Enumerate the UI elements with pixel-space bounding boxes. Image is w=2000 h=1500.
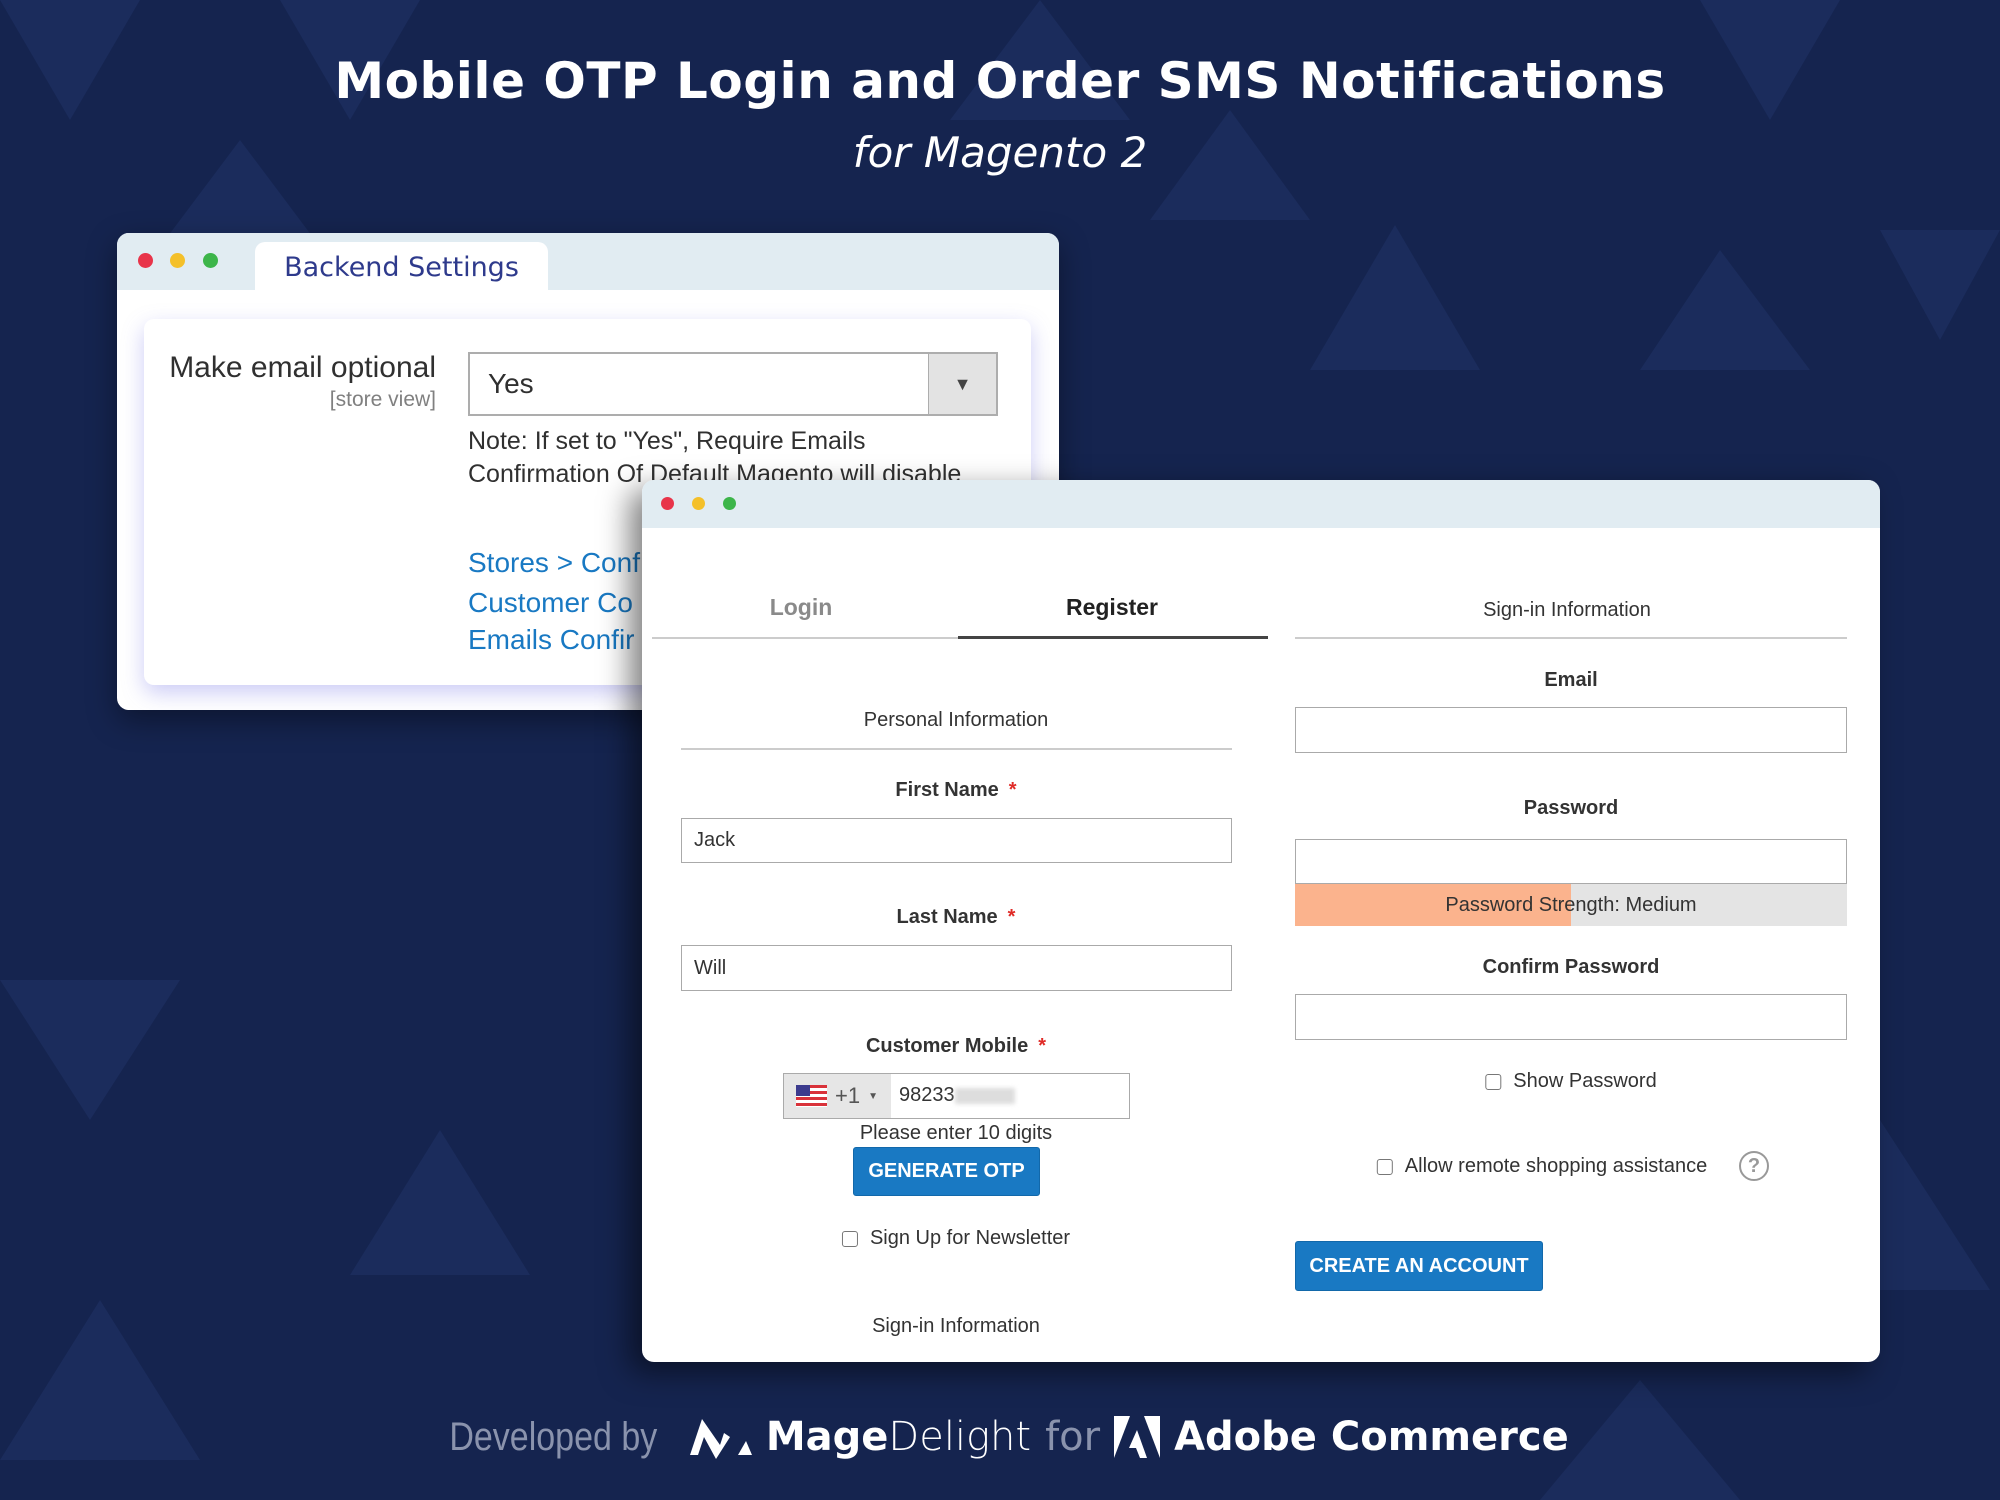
country-code-selector[interactable]: +1 ▼ — [784, 1074, 891, 1118]
section-divider — [1295, 637, 1847, 639]
signin-info-heading: Sign-in Information — [1483, 599, 1651, 621]
mobile-input[interactable]: 98233 — [899, 1084, 1015, 1107]
for-text: for — [1045, 1414, 1101, 1460]
personal-info-heading: Personal Information — [863, 709, 1049, 731]
first-name-input[interactable]: Jack — [681, 818, 1232, 863]
password-strength-text: Password Strength: Medium — [1445, 894, 1697, 916]
field-label: Make email optional — [169, 351, 436, 384]
config-link-1[interactable]: Stores > Conf — [468, 547, 640, 579]
close-dot-icon[interactable] — [138, 253, 153, 268]
scope-label: [store view] — [329, 388, 436, 411]
window-titlebar — [642, 480, 1880, 528]
config-link-3[interactable]: Emails Confir — [468, 624, 634, 656]
last-name-label: Last Name * — [896, 906, 1016, 928]
checkbox-icon[interactable] — [841, 1230, 858, 1247]
platform-name: Adobe Commerce — [1174, 1414, 1569, 1460]
confirm-password-input[interactable] — [1295, 994, 1847, 1040]
remote-assistance-checkbox[interactable]: Allow remote shopping assistance — [1376, 1155, 1707, 1178]
section-divider — [681, 748, 1232, 750]
tab-register[interactable]: Register — [1066, 594, 1158, 621]
developed-by-text: Developed by — [449, 1414, 658, 1459]
adobe-logo-icon — [1114, 1416, 1161, 1458]
mobile-hint: Please enter 10 digits — [859, 1122, 1053, 1144]
email-input[interactable] — [1295, 707, 1847, 753]
maximize-dot-icon[interactable] — [723, 497, 736, 510]
us-flag-icon — [796, 1085, 827, 1107]
generate-otp-button[interactable]: GENERATE OTP — [853, 1147, 1040, 1196]
page-subtitle: for Magento 2 — [852, 128, 1148, 177]
close-dot-icon[interactable] — [661, 497, 674, 510]
blurred-digits — [954, 1087, 1015, 1104]
chevron-down-icon[interactable]: ▼ — [928, 354, 996, 414]
tab-login[interactable]: Login — [770, 594, 833, 621]
config-link-2[interactable]: Customer Co — [468, 587, 633, 619]
password-input[interactable] — [1295, 839, 1847, 884]
register-window: Login Register Personal Information Firs… — [642, 480, 1880, 1362]
checkbox-icon[interactable] — [1485, 1073, 1502, 1090]
last-name-input[interactable]: Will — [681, 945, 1232, 991]
password-strength-meter: Password Strength: Medium — [1295, 884, 1847, 926]
page-title: Mobile OTP Login and Order SMS Notificat… — [334, 52, 1666, 110]
signin-info-heading-bottom: Sign-in Information — [872, 1315, 1040, 1337]
active-tab-indicator — [958, 636, 1268, 639]
minimize-dot-icon[interactable] — [170, 253, 185, 268]
create-account-button[interactable]: CREATE AN ACCOUNT — [1295, 1241, 1543, 1291]
country-code: +1 — [835, 1083, 861, 1108]
confirm-password-label: Confirm Password — [1482, 956, 1660, 978]
show-password-checkbox[interactable]: Show Password — [1485, 1070, 1657, 1093]
newsletter-checkbox[interactable]: Sign Up for Newsletter — [841, 1227, 1070, 1250]
mobile-input-group: +1 ▼ 98233 — [783, 1073, 1130, 1119]
footer-credit: Developed by MageDelight for Adobe Comme… — [0, 1414, 2000, 1460]
caret-down-icon: ▼ — [868, 1090, 878, 1102]
first-name-label: First Name * — [895, 779, 1017, 801]
tab-backend-settings[interactable]: Backend Settings — [255, 242, 548, 292]
select-value: Yes — [488, 368, 534, 399]
magedelight-logo-icon — [689, 1419, 752, 1459]
email-label: Email — [1544, 669, 1598, 691]
customer-mobile-label: Customer Mobile * — [865, 1035, 1047, 1057]
help-icon[interactable]: ? — [1739, 1151, 1769, 1181]
minimize-dot-icon[interactable] — [692, 497, 705, 510]
note-line-1: Note: If set to "Yes", Require Emails — [468, 427, 866, 455]
checkbox-icon[interactable] — [1376, 1158, 1393, 1175]
make-email-optional-select[interactable]: Yes ▼ — [468, 352, 998, 416]
brand-name: MageDelight — [765, 1414, 1032, 1460]
password-label: Password — [1523, 797, 1619, 819]
tab-divider — [652, 637, 958, 639]
maximize-dot-icon[interactable] — [203, 253, 218, 268]
